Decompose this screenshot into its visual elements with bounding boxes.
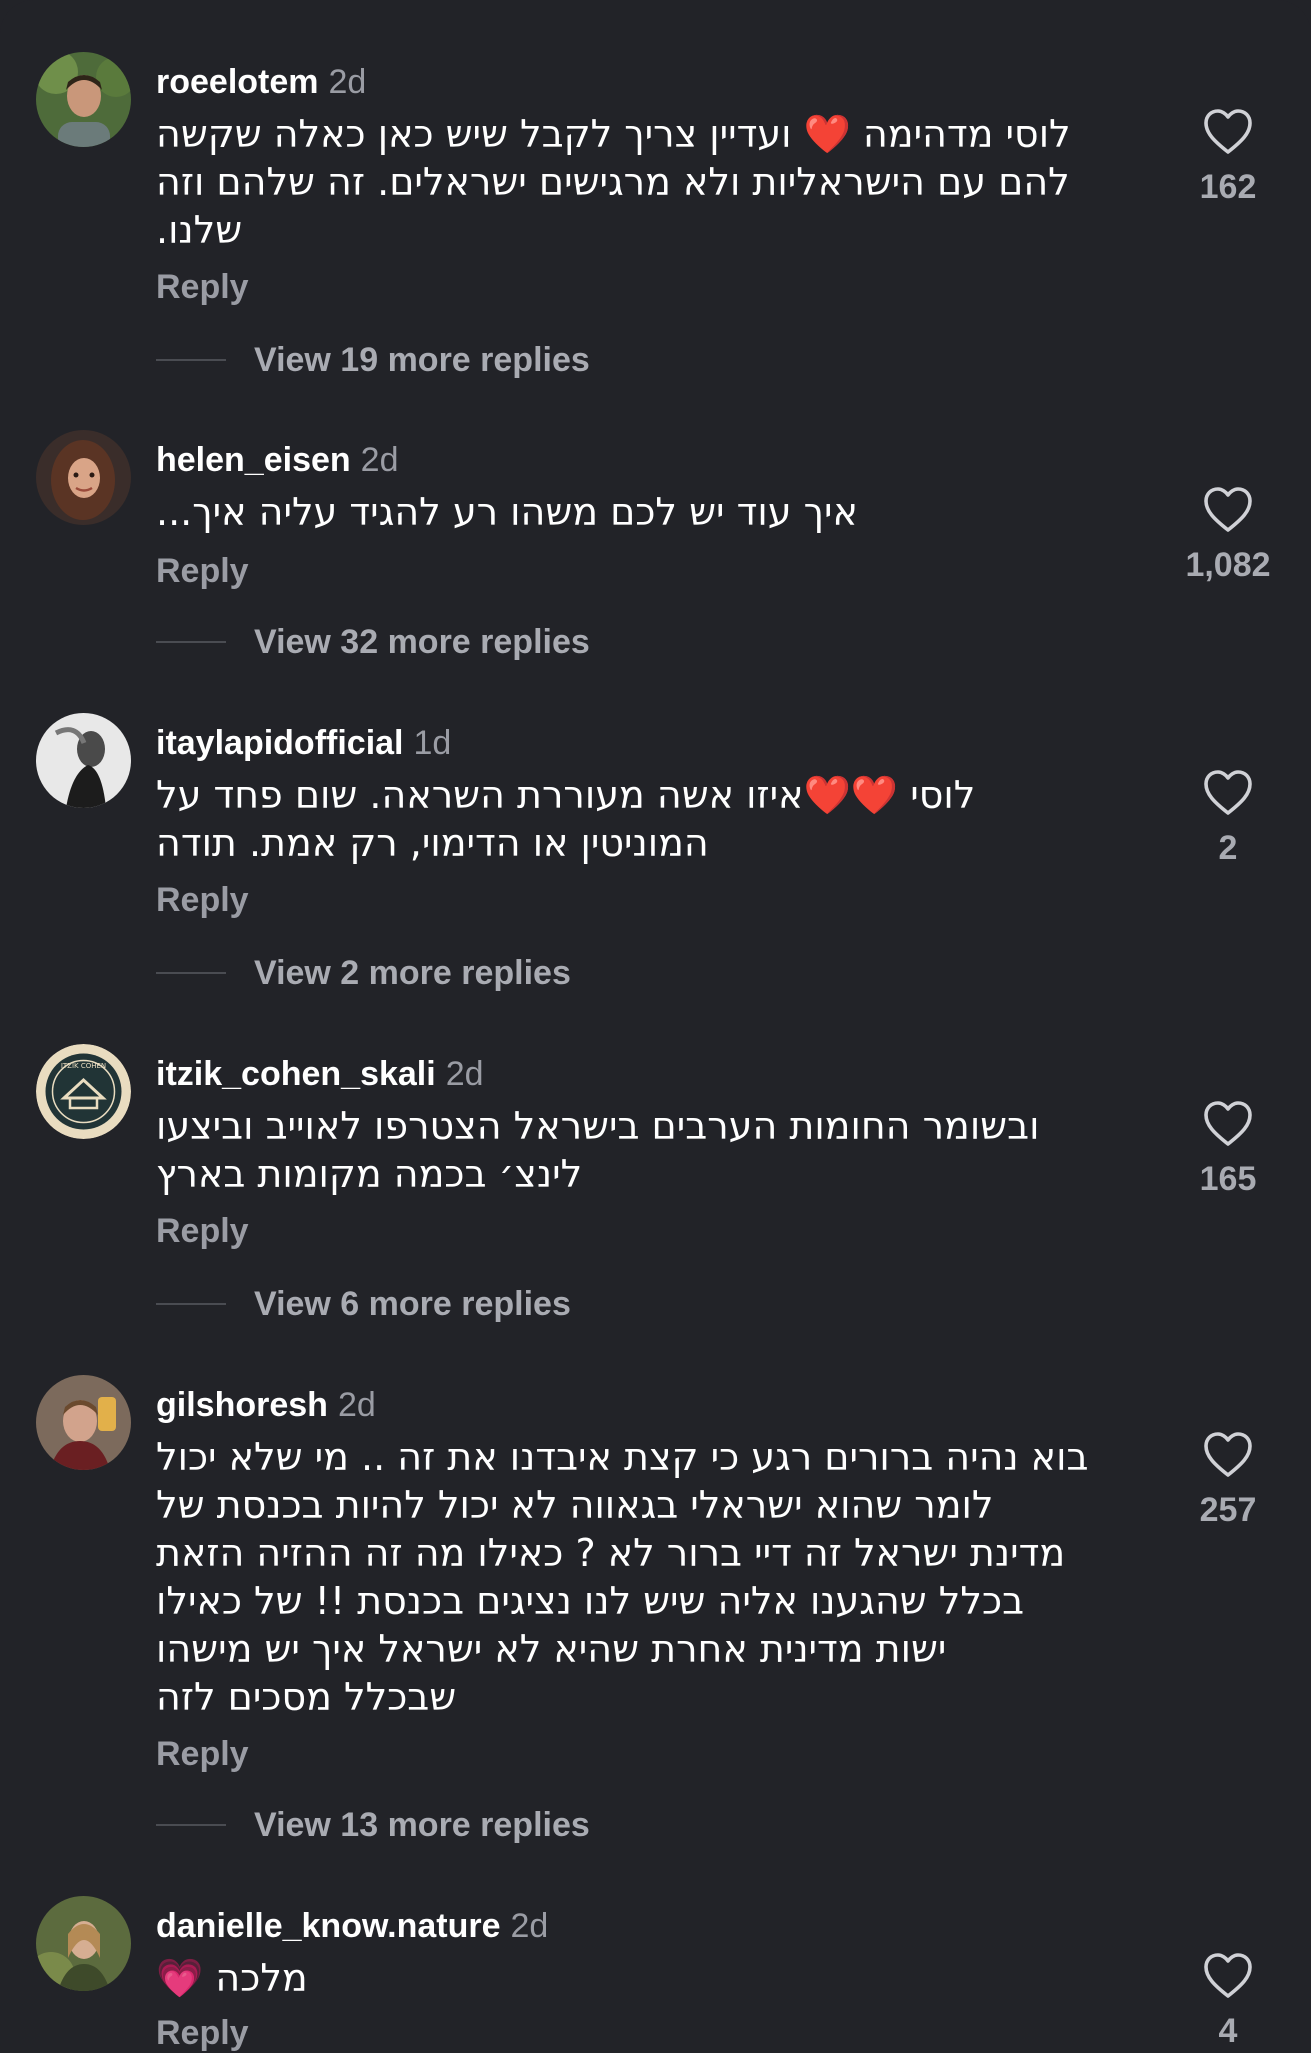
timestamp: 2d	[510, 1907, 549, 1945]
divider	[156, 359, 226, 361]
comment-line: המוניטין או הדימוי, רק אמת. תודה	[156, 821, 709, 865]
username[interactable]: helen_eisen	[156, 441, 351, 479]
view-more-replies-label: View 2 more replies	[254, 953, 571, 992]
timestamp: 2d	[328, 63, 367, 101]
username[interactable]: roeelotem	[156, 63, 319, 101]
timestamp: 2d	[337, 1386, 376, 1424]
comment-text: מלכה 💗	[156, 1954, 1156, 2002]
avatar[interactable]	[36, 1896, 131, 1991]
comment-line: מלכה 💗	[156, 1956, 308, 2000]
like-control: 257	[1168, 1431, 1288, 1530]
divider	[156, 972, 226, 974]
username[interactable]: gilshoresh	[156, 1386, 328, 1424]
comments-panel: roeelotem 2d לוסי מדהימה ❤️ ועדיין צריך ל…	[0, 0, 1311, 2052]
reply-button[interactable]: Reply	[156, 881, 249, 920]
timestamp: 2d	[445, 1055, 484, 1093]
comment-meta: roeelotem 2d	[156, 62, 366, 102]
reply-button[interactable]: Reply	[156, 2014, 249, 2053]
comment-line: לוסי ❤️❤️איזו אשה מעוררת השראה. שום פחד …	[156, 773, 976, 817]
comment-line: להם עם הישראליות ולא מרגישים ישראלים. זה…	[156, 160, 1070, 204]
comment-line: ובשומר החומות הערבים בישראל הצטרפו לאויי…	[156, 1104, 1040, 1148]
svg-text:ITZIK COHEN: ITZIK COHEN	[61, 1062, 106, 1070]
reply-button[interactable]: Reply	[156, 552, 249, 591]
avatar[interactable]	[36, 52, 131, 147]
view-more-replies-label: View 32 more replies	[254, 622, 590, 661]
comment-line: לוסי מדהימה ❤️ ועדיין צריך לקבל שיש כאן …	[156, 112, 1071, 156]
like-control: 162	[1168, 108, 1288, 207]
view-more-replies-label: View 6 more replies	[254, 1284, 571, 1323]
view-more-replies[interactable]: View 32 more replies	[156, 622, 590, 662]
view-more-replies[interactable]: View 6 more replies	[156, 1284, 571, 1324]
avatar[interactable]	[36, 1375, 131, 1470]
comment-meta: itaylapidofficial 1d	[156, 723, 451, 763]
avatar[interactable]	[36, 430, 131, 525]
divider	[156, 1824, 226, 1826]
username[interactable]: itzik_cohen_skali	[156, 1055, 436, 1093]
like-control: 165	[1168, 1100, 1288, 1199]
view-more-replies[interactable]: View 13 more replies	[156, 1805, 590, 1845]
comment-text: לוסי ❤️❤️איזו אשה מעוררת השראה. שום פחד …	[156, 771, 1156, 867]
comment-text: בוא נהיה ברורים רגע כי קצת איבדנו את זה …	[156, 1433, 1156, 1721]
comment-meta: danielle_know.nature 2d	[156, 1906, 548, 1946]
heart-icon[interactable]	[1202, 1100, 1254, 1148]
comment-text: לוסי מדהימה ❤️ ועדיין צריך לקבל שיש כאן …	[156, 110, 1156, 254]
heart-icon[interactable]	[1202, 1952, 1254, 2000]
like-control: 2	[1168, 769, 1288, 868]
like-control: 4	[1168, 1952, 1288, 2051]
like-count: 165	[1199, 1160, 1257, 1198]
heart-icon[interactable]	[1202, 1431, 1254, 1479]
comment-line: לינצ׳ בכמה מקומות בארץ	[156, 1152, 583, 1196]
heart-icon[interactable]	[1202, 769, 1254, 817]
heart-icon[interactable]	[1202, 486, 1254, 534]
reply-button[interactable]: Reply	[156, 1212, 249, 1251]
comment-meta: gilshoresh 2d	[156, 1385, 376, 1425]
comment-meta: helen_eisen 2d	[156, 440, 398, 480]
divider	[156, 1303, 226, 1305]
timestamp: 1d	[413, 724, 452, 762]
comment-line: ישות מדינית אחרת שהיא לא ישראל איך יש מי…	[156, 1627, 947, 1671]
username[interactable]: itaylapidofficial	[156, 724, 404, 762]
comment-line: שבכלל מסכים לזה	[156, 1675, 457, 1719]
comment-text: איך עוד יש לכם משהו רע להגיד עליה איך...	[156, 488, 1156, 536]
comment-line: לומר שהוא ישראלי בגאווה לא יכול להיות בכ…	[156, 1483, 994, 1527]
like-count: 2	[1218, 829, 1238, 867]
avatar[interactable]	[36, 713, 131, 808]
comment-line: איך עוד יש לכם משהו רע להגיד עליה איך...	[156, 490, 858, 534]
like-control: 1,082	[1168, 486, 1288, 585]
view-more-replies[interactable]: View 19 more replies	[156, 340, 590, 380]
comment-text: ובשומר החומות הערבים בישראל הצטרפו לאויי…	[156, 1102, 1156, 1198]
like-count: 257	[1199, 1491, 1257, 1529]
comment-line: שלנו.	[156, 208, 243, 252]
view-more-replies-label: View 19 more replies	[254, 340, 590, 379]
comment-line: בכלל שהגענו אליה שיש לנו נציגים בכנסת !!…	[156, 1579, 1025, 1623]
reply-button[interactable]: Reply	[156, 268, 249, 307]
timestamp: 2d	[360, 441, 399, 479]
comment-line: מדינת ישראל זה דיי ברור לא ? כאילו מה זה…	[156, 1531, 1066, 1575]
username[interactable]: danielle_know.nature	[156, 1907, 501, 1945]
reply-button[interactable]: Reply	[156, 1735, 249, 1774]
view-more-replies[interactable]: View 2 more replies	[156, 953, 571, 993]
heart-icon[interactable]	[1202, 108, 1254, 156]
comment-line: בוא נהיה ברורים רגע כי קצת איבדנו את זה …	[156, 1435, 1089, 1479]
comment-meta: itzik_cohen_skali 2d	[156, 1054, 484, 1094]
like-count: 1,082	[1185, 546, 1271, 584]
view-more-replies-label: View 13 more replies	[254, 1805, 590, 1844]
divider	[156, 641, 226, 643]
like-count: 162	[1199, 168, 1257, 206]
avatar[interactable]: ITZIK COHEN	[36, 1044, 131, 1139]
like-count: 4	[1218, 2012, 1238, 2050]
